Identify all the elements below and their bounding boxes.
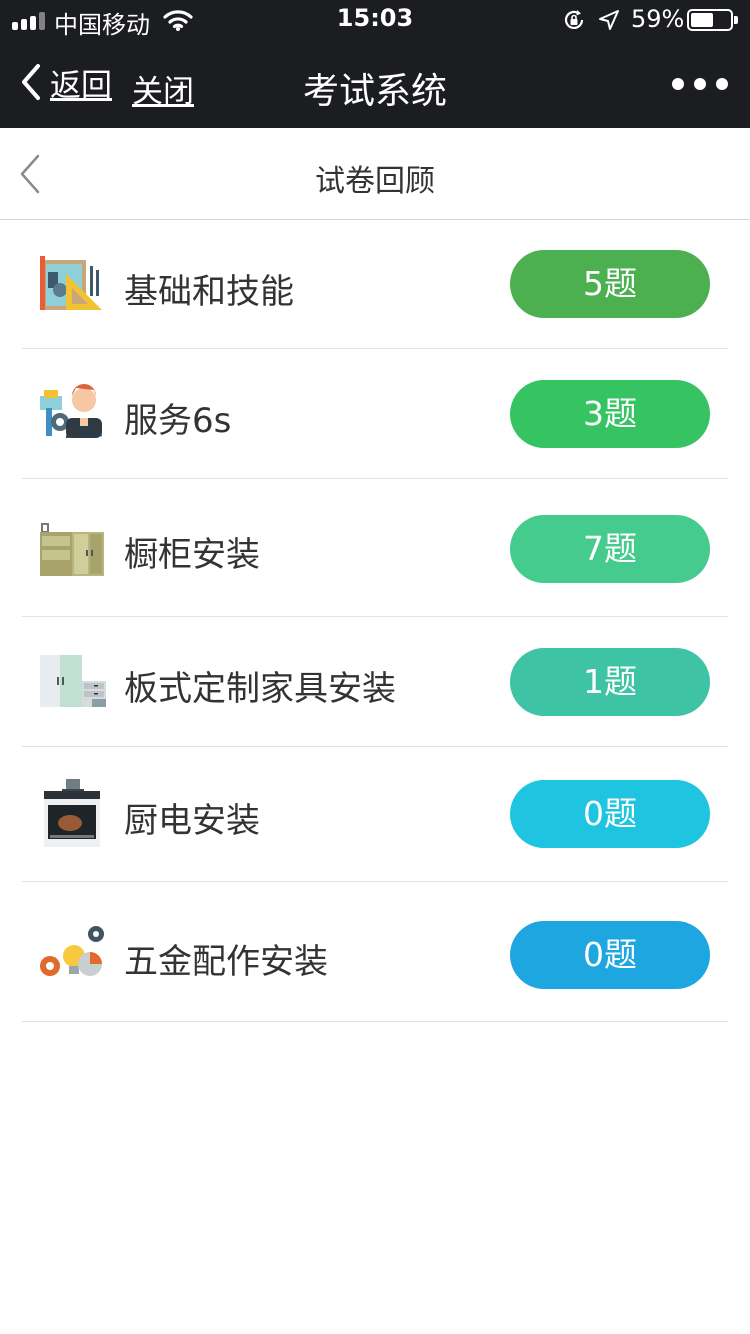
chevron-left-icon (22, 64, 40, 100)
list-item[interactable]: 服务6s 3题 (0, 349, 750, 479)
question-count-button[interactable]: 0题 (510, 921, 710, 989)
nav-back-label: 返回 (50, 67, 112, 104)
category-name: 板式定制家具安装 (124, 669, 396, 709)
wardrobe-furniture-icon (40, 655, 106, 707)
service-worker-icon (40, 384, 102, 438)
battery-icon (687, 9, 738, 31)
top-bar: 中国移动 15:03 59% 返回 关闭 考试系统 (0, 0, 750, 128)
page-title: 试卷回顾 (315, 164, 435, 199)
tools-ruler-icon (40, 256, 102, 310)
list-item[interactable]: 基础和技能 5题 (0, 220, 750, 349)
oven-appliance-icon (44, 779, 100, 847)
location-arrow-icon (599, 10, 619, 30)
battery-fill (691, 13, 713, 27)
nav-title: 考试系统 (302, 71, 447, 112)
hardware-gears-icon (40, 926, 104, 976)
list-item[interactable]: 橱柜安装 7题 (0, 479, 750, 617)
question-count-button[interactable]: 1题 (510, 648, 710, 716)
nav-close-button[interactable]: 关闭 (132, 66, 194, 111)
page-header: 试卷回顾 (0, 128, 750, 220)
question-count-button[interactable]: 5题 (510, 250, 710, 318)
status-bar: 中国移动 15:03 59% (0, 0, 750, 40)
question-count-button[interactable]: 7题 (510, 515, 710, 583)
list-item[interactable]: 板式定制家具安装 1题 (0, 617, 750, 747)
rotation-lock-icon (564, 10, 584, 29)
category-name: 基础和技能 (124, 272, 294, 312)
category-name: 服务6s (124, 401, 232, 441)
category-name: 五金配作安装 (124, 942, 328, 982)
list-item[interactable]: 五金配作安装 0题 (0, 882, 750, 1022)
battery-percent: 59% (631, 5, 685, 33)
list-item[interactable]: 厨电安装 0题 (0, 747, 750, 882)
category-name: 橱柜安装 (124, 535, 260, 575)
more-dots-icon[interactable] (672, 70, 728, 98)
question-count-button[interactable]: 0题 (510, 780, 710, 848)
category-name: 厨电安装 (124, 801, 260, 841)
category-list: 基础和技能 5题 服务6s 3题 橱柜安装 7题 板式定制家具安装 1题 厨电安… (0, 220, 750, 1022)
nav-back-button[interactable]: 返回 (18, 60, 112, 104)
wechat-navbar: 返回 关闭 考试系统 (0, 40, 750, 128)
row-divider (22, 1021, 728, 1022)
question-count-button[interactable]: 3题 (510, 380, 710, 448)
kitchen-cabinet-icon (40, 523, 104, 576)
